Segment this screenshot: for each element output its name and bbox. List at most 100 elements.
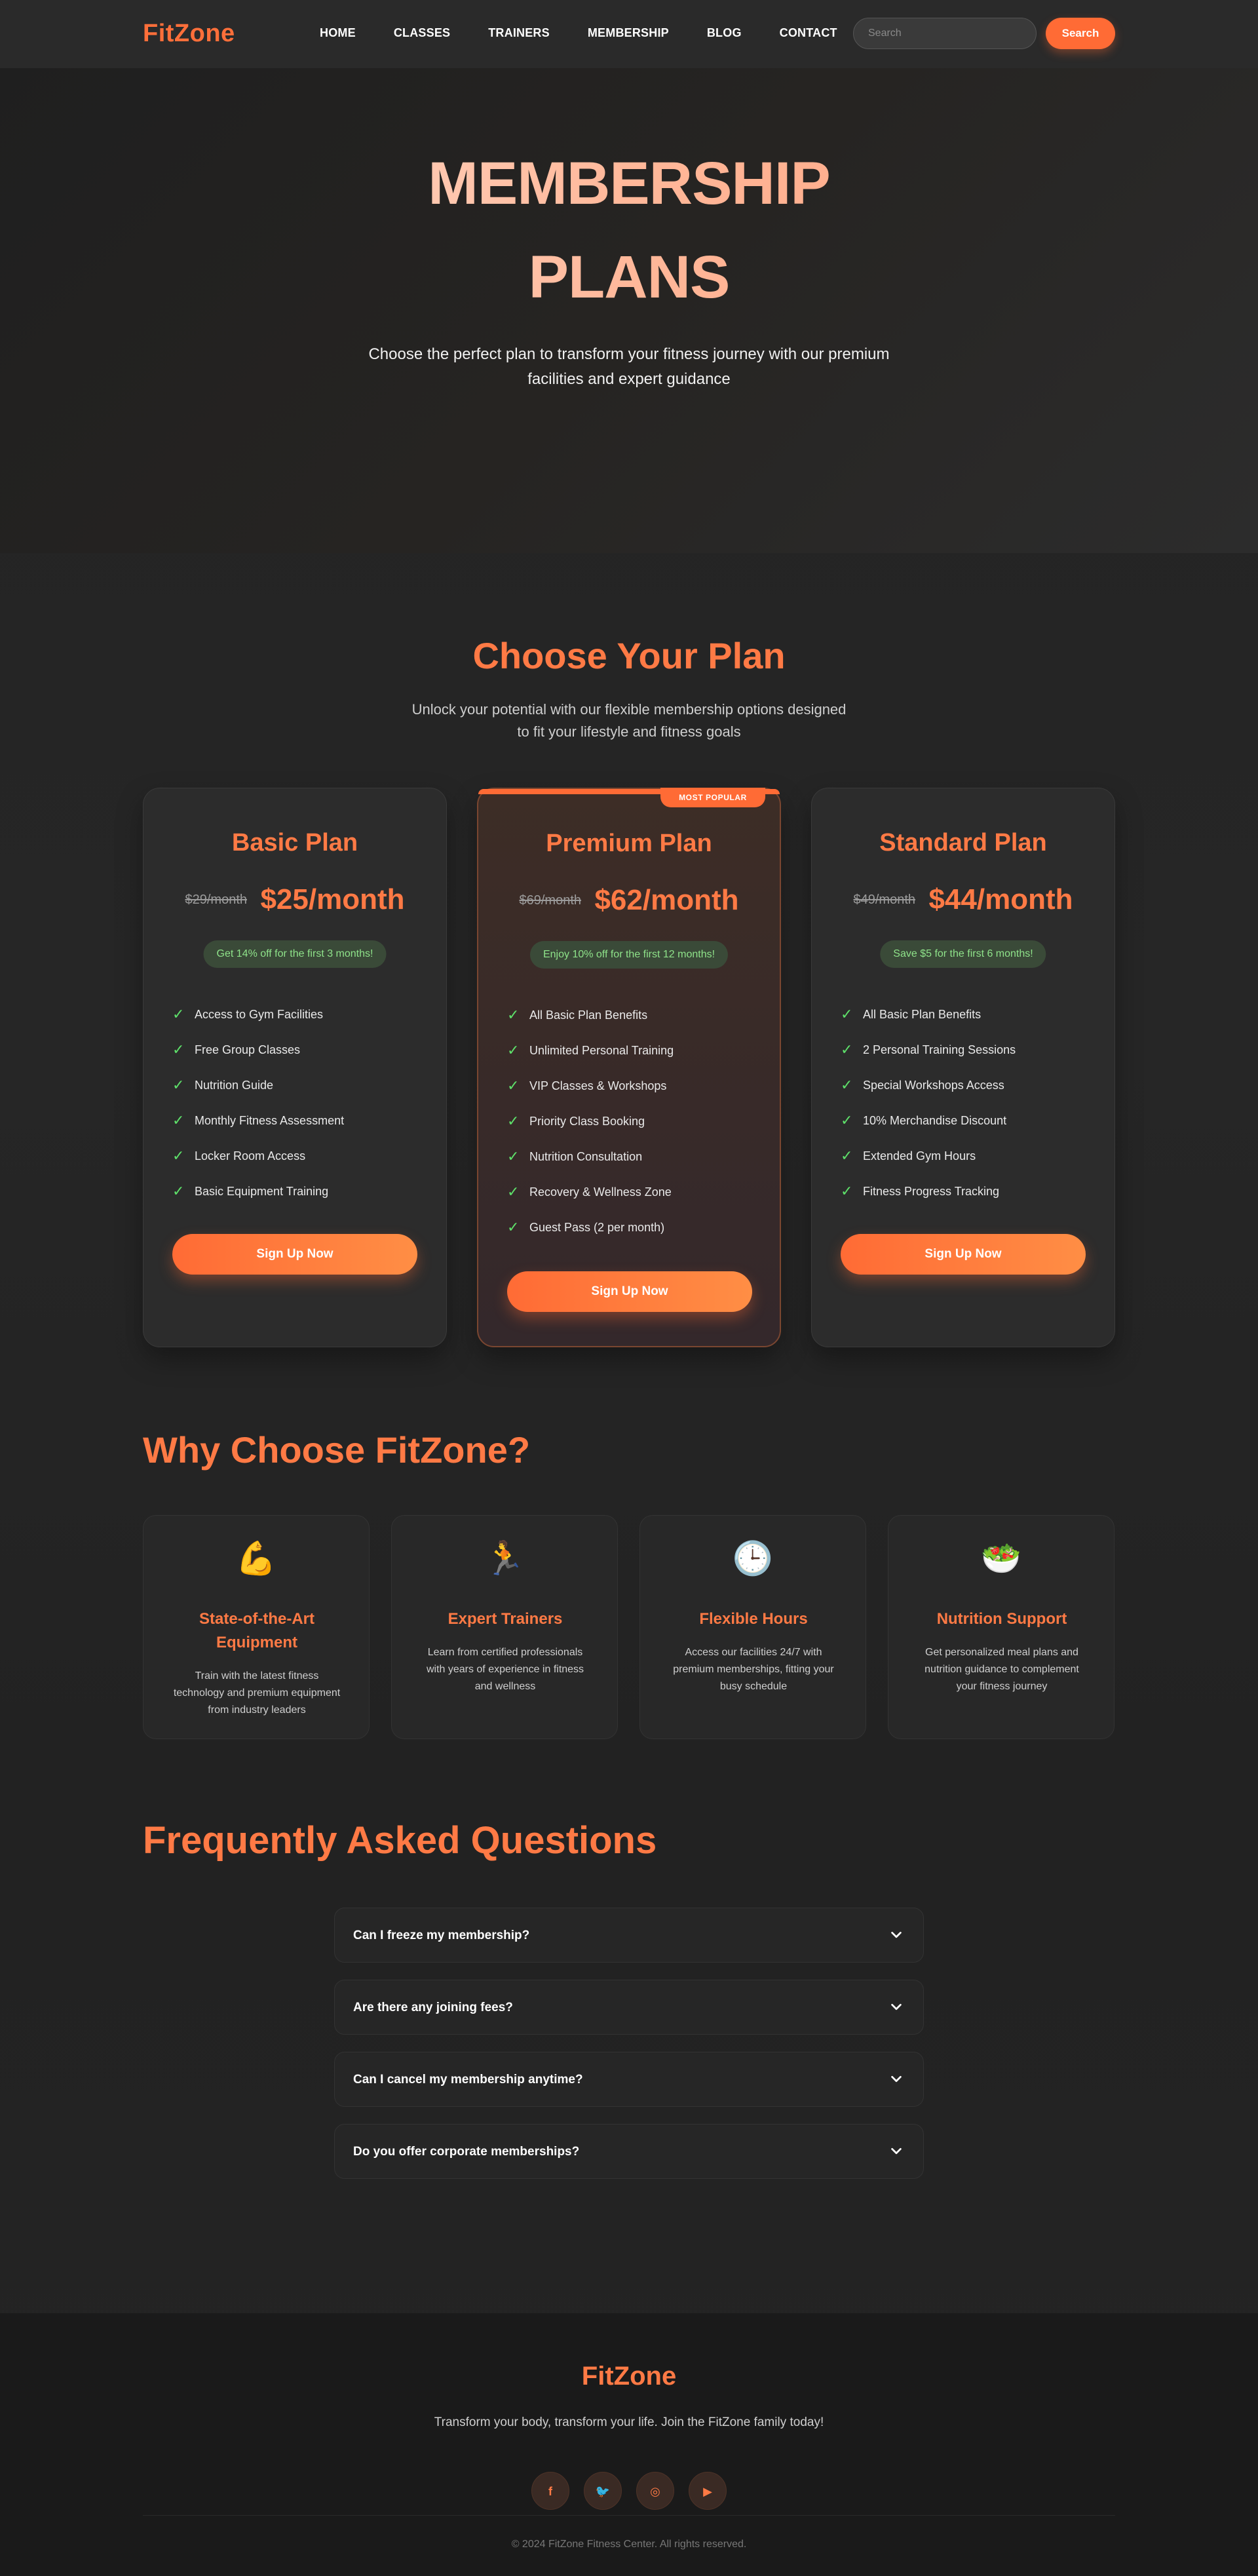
- nav-link-membership[interactable]: MEMBERSHIP: [588, 26, 669, 40]
- youtube-icon[interactable]: ▶: [689, 2472, 727, 2510]
- feature-list: ✓ Access to Gym Facilities ✓ Free Group Cl…: [172, 997, 344, 1209]
- faq-item-fees[interactable]: Are there any joining fees?: [334, 1980, 924, 2035]
- check-icon: ✓: [841, 1006, 853, 1022]
- feature-card-hours: 🕒 Flexible Hours Access our facilities 2…: [639, 1515, 866, 1739]
- instagram-icon[interactable]: ◎: [636, 2472, 674, 2510]
- price-row: $29/month $25/month: [143, 883, 446, 916]
- footer-tagline: Transform your body, transform your life…: [434, 2415, 824, 2429]
- desc-line: your fitness journey: [956, 1681, 1048, 1692]
- clock-icon: 🕒: [732, 1540, 774, 1577]
- check-icon: ✓: [507, 1077, 520, 1094]
- social-links: f 🐦 ◎ ▶: [531, 2472, 727, 2510]
- sign-up-button-standard[interactable]: Sign Up Now: [841, 1234, 1086, 1275]
- desc-line: Learn from certified professionals: [427, 1647, 583, 1658]
- feature-item: ✓ Recovery & Wellness Zone: [507, 1174, 674, 1210]
- price-row: $69/month $62/month: [478, 884, 780, 917]
- current-price: $44/month: [928, 883, 1073, 915]
- hero-title-line1: MEMBERSHIP: [0, 153, 1258, 214]
- plans-subtitle: Unlock your potential with our flexible …: [406, 699, 852, 743]
- site-logo[interactable]: FitZone: [143, 20, 235, 48]
- feature-item: ✓ Locker Room Access: [172, 1138, 344, 1174]
- desc-line: and wellness: [474, 1681, 536, 1692]
- nav-link-contact[interactable]: CONTACT: [780, 26, 837, 40]
- desc-line: Train with the latest fitness: [195, 1670, 319, 1682]
- nav-link-blog[interactable]: BLOG: [707, 26, 742, 40]
- check-icon: ✓: [172, 1112, 185, 1128]
- old-price: $49/month: [853, 892, 915, 907]
- search-input[interactable]: [853, 18, 1037, 49]
- desc-line: Get personalized meal plans and: [925, 1647, 1078, 1658]
- salad-icon: 🥗: [980, 1540, 1022, 1577]
- feature-text: Extended Gym Hours: [863, 1149, 976, 1163]
- feature-card-nutrition: 🥗 Nutrition Support Get personalized mea…: [888, 1515, 1115, 1739]
- facebook-icon[interactable]: f: [531, 2472, 569, 2510]
- check-icon: ✓: [841, 1183, 853, 1199]
- most-popular-badge: MOST POPULAR: [660, 788, 765, 807]
- feature-text: Unlimited Personal Training: [529, 1043, 674, 1057]
- flexed-biceps-icon: 💪: [235, 1540, 277, 1577]
- plan-card-basic: Basic Plan $29/month $25/month Get 14% o…: [143, 788, 447, 1347]
- feature-item: ✓ 2 Personal Training Sessions: [841, 1032, 1016, 1067]
- copyright: © 2024 FitZone Fitness Center. All right…: [511, 2539, 747, 2550]
- check-icon: ✓: [172, 1041, 185, 1058]
- current-price: $62/month: [594, 884, 739, 916]
- faq-question: Do you offer corporate memberships?: [353, 2145, 580, 2159]
- feature-text: Nutrition Consultation: [529, 1149, 643, 1163]
- check-icon: ✓: [841, 1077, 853, 1093]
- check-icon: ✓: [172, 1147, 185, 1164]
- chevron-down-icon: [891, 2075, 902, 2083]
- twitter-icon[interactable]: 🐦: [584, 2472, 622, 2510]
- plan-card-premium: MOST POPULAR Premium Plan $69/month $62/…: [477, 788, 781, 1347]
- footer: FitZone Transform your body, transform y…: [0, 2313, 1258, 2576]
- promo-badge: Save $5 for the first 6 months!: [880, 940, 1046, 968]
- faq-item-freeze[interactable]: Can I freeze my membership?: [334, 1908, 924, 1963]
- desc-line: Access our facilities 24/7 with: [685, 1647, 822, 1658]
- desc-line: with years of experience in fitness: [426, 1664, 584, 1675]
- plans-subtitle-line1: Unlock your potential with our flexible …: [411, 701, 847, 718]
- feature-text: Special Workshops Access: [863, 1078, 1004, 1092]
- chevron-down-icon: [891, 1931, 902, 1938]
- feature-item: ✓ Guest Pass (2 per month): [507, 1210, 674, 1245]
- faq-item-cancel[interactable]: Can I cancel my membership anytime?: [334, 2052, 924, 2107]
- plan-name: Standard Plan: [879, 829, 1047, 856]
- nav-link-home[interactable]: HOME: [320, 26, 356, 40]
- nav-link-trainers[interactable]: TRAINERS: [488, 26, 550, 40]
- chevron-down-icon: [891, 2003, 902, 2010]
- feature-item: ✓ Access to Gym Facilities: [172, 997, 344, 1032]
- why-title: Why Choose FitZone?: [143, 1429, 531, 1471]
- old-price: $29/month: [185, 892, 247, 907]
- hero-section: MEMBERSHIP PLANS Choose the perfect plan…: [0, 68, 1258, 553]
- feature-text: Fitness Progress Tracking: [863, 1184, 1000, 1198]
- footer-logo[interactable]: FitZone: [0, 2362, 1258, 2391]
- feature-item: ✓ Special Workshops Access: [841, 1067, 1016, 1103]
- feature-card-title: Expert Trainers: [448, 1610, 563, 1628]
- check-icon: ✓: [841, 1147, 853, 1164]
- current-price: $25/month: [260, 883, 405, 915]
- feature-text: VIP Classes & Workshops: [529, 1079, 667, 1092]
- feature-card-desc: Train with the latest fitness technology…: [163, 1668, 351, 1719]
- faq-item-corporate[interactable]: Do you offer corporate memberships?: [334, 2124, 924, 2179]
- feature-card-title: State-of-the-Art Equipment: [163, 1607, 351, 1655]
- plan-name: Premium Plan: [546, 830, 712, 857]
- feature-item: ✓ All Basic Plan Benefits: [507, 997, 674, 1033]
- runner-icon: 🏃: [484, 1540, 525, 1577]
- feature-item: ✓ Basic Equipment Training: [172, 1174, 344, 1209]
- sign-up-button-basic[interactable]: Sign Up Now: [172, 1234, 417, 1275]
- feature-card-title: Nutrition Support: [936, 1610, 1067, 1628]
- check-icon: ✓: [841, 1041, 853, 1058]
- hero-title-line2: PLANS: [0, 247, 1258, 307]
- feature-list: ✓ All Basic Plan Benefits ✓ 2 Personal Tra…: [841, 997, 1016, 1209]
- feature-item: ✓ Fitness Progress Tracking: [841, 1174, 1016, 1209]
- search-button[interactable]: Search: [1046, 18, 1115, 49]
- sign-up-button-premium[interactable]: Sign Up Now: [507, 1271, 752, 1312]
- footer-divider: [143, 2515, 1115, 2516]
- faq-question: Can I cancel my membership anytime?: [353, 2073, 583, 2086]
- feature-card-equipment: 💪 State-of-the-Art Equipment Train with …: [143, 1515, 370, 1739]
- feature-text: Monthly Fitness Assessment: [195, 1113, 345, 1127]
- desc-line: nutrition guidance to complement: [924, 1664, 1079, 1675]
- nav-link-classes[interactable]: CLASSES: [394, 26, 450, 40]
- feature-item: ✓ Priority Class Booking: [507, 1104, 674, 1139]
- plans-subtitle-line2: to fit your lifestyle and fitness goals: [517, 723, 741, 740]
- feature-card-desc: Get personalized meal plans and nutritio…: [908, 1644, 1096, 1695]
- promo-badge: Enjoy 10% off for the first 12 months!: [529, 941, 729, 969]
